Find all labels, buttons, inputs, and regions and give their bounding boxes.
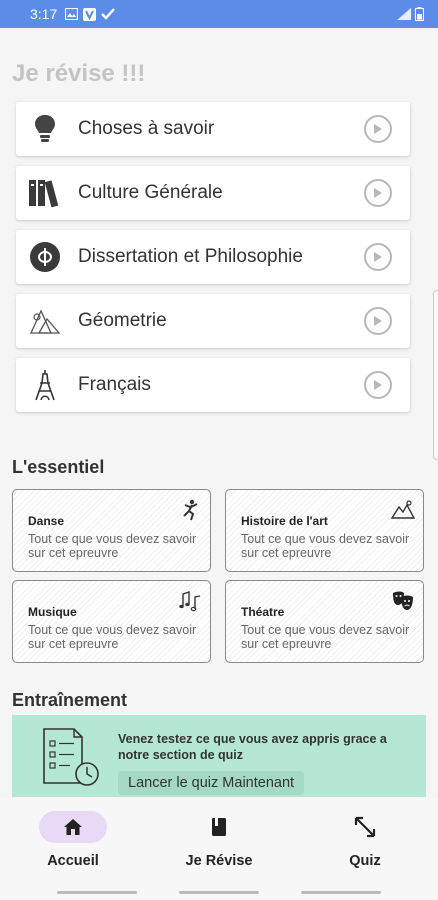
page-title: Je révise !!! (12, 60, 146, 87)
home-icon (39, 811, 107, 843)
play-icon[interactable] (364, 371, 392, 399)
subject-label: Dissertation et Philosophie (78, 246, 303, 267)
arrows-expand-icon (331, 811, 399, 843)
play-icon[interactable] (364, 179, 392, 207)
subject-label: Géometrie (78, 310, 167, 331)
essentiel-card-desc: Tout ce que vous devez savoir sur cet ep… (241, 623, 410, 651)
subject-card-dissertation-philosophie[interactable]: Dissertation et Philosophie (16, 230, 410, 284)
music-notes-icon (179, 591, 201, 612)
theatre-masks-icon (393, 591, 413, 610)
play-icon[interactable] (364, 115, 392, 143)
gesture-line (301, 891, 381, 894)
gesture-line (57, 891, 137, 894)
battery-icon (415, 7, 424, 21)
subject-card-culture-generale[interactable]: Culture Générale (16, 166, 410, 220)
essentiel-card-desc: Tout ce que vous devez savoir sur cet ep… (241, 532, 410, 560)
bottom-nav: Accueil Je Révise Quiz (0, 798, 438, 884)
essentiel-grid: Danse Tout ce que vous devez savoir sur … (12, 489, 426, 663)
essentiel-card-musique[interactable]: Musique Tout ce que vous devez savoir su… (12, 580, 211, 663)
system-gesture-bar (0, 884, 438, 900)
subject-card-choses-a-savoir[interactable]: Choses à savoir (16, 102, 410, 156)
nav-item-je-revise[interactable]: Je Révise (146, 798, 292, 884)
geometry-icon (28, 304, 62, 338)
section-title-essentiel: L'essentiel (12, 457, 105, 477)
play-icon[interactable] (364, 243, 392, 271)
essentiel-card-histoire-art[interactable]: Histoire de l'art Tout ce que vous devez… (225, 489, 424, 572)
lightbulb-icon (28, 112, 62, 146)
essentiel-card-desc: Tout ce que vous devez savoir sur cet ep… (28, 532, 197, 560)
eiffel-tower-icon (28, 368, 62, 402)
quiz-clipboard-icon (43, 728, 99, 786)
book-icon (185, 811, 253, 843)
landscape-art-icon (391, 500, 415, 519)
subject-label: Français (78, 374, 151, 395)
quiz-promo-text: Venez testez ce que vous avez appris gra… (118, 732, 387, 762)
essentiel-card-theatre[interactable]: Théatre Tout ce que vous devez savoir su… (225, 580, 424, 663)
app-v-icon (83, 7, 97, 21)
nav-item-accueil[interactable]: Accueil (0, 798, 146, 884)
image-icon (65, 8, 79, 20)
nav-label: Accueil (47, 853, 99, 869)
signal-icon (397, 8, 411, 20)
nav-label: Quiz (349, 853, 381, 869)
play-icon[interactable] (364, 307, 392, 335)
essentiel-card-desc: Tout ce que vous devez savoir sur cet ep… (28, 623, 197, 651)
quiz-promo-banner: Venez testez ce que vous avez appris gra… (12, 715, 426, 797)
subject-card-francais[interactable]: Français (16, 358, 410, 412)
essentiel-card-danse[interactable]: Danse Tout ce que vous devez savoir sur … (12, 489, 211, 572)
dancer-icon (183, 499, 198, 521)
section-title-entrainement: Entraînement (12, 690, 128, 710)
subject-label: Culture Générale (78, 182, 223, 203)
check-icon (101, 8, 116, 20)
nav-item-quiz[interactable]: Quiz (292, 798, 438, 884)
subject-label: Choses à savoir (78, 118, 215, 139)
status-time: 3:17 (30, 6, 58, 22)
side-edge-handle[interactable] (433, 290, 438, 460)
nav-label: Je Révise (185, 853, 253, 869)
subject-card-geometrie[interactable]: Géometrie (16, 294, 410, 348)
launch-quiz-button[interactable]: Lancer le quiz Maintenant (118, 771, 305, 795)
subject-list: Choses à savoir Culture Générale Dissert… (16, 102, 410, 422)
phi-icon (28, 240, 62, 274)
gesture-line (179, 891, 259, 894)
books-icon (28, 176, 62, 210)
status-bar: 3:17 (0, 0, 438, 28)
